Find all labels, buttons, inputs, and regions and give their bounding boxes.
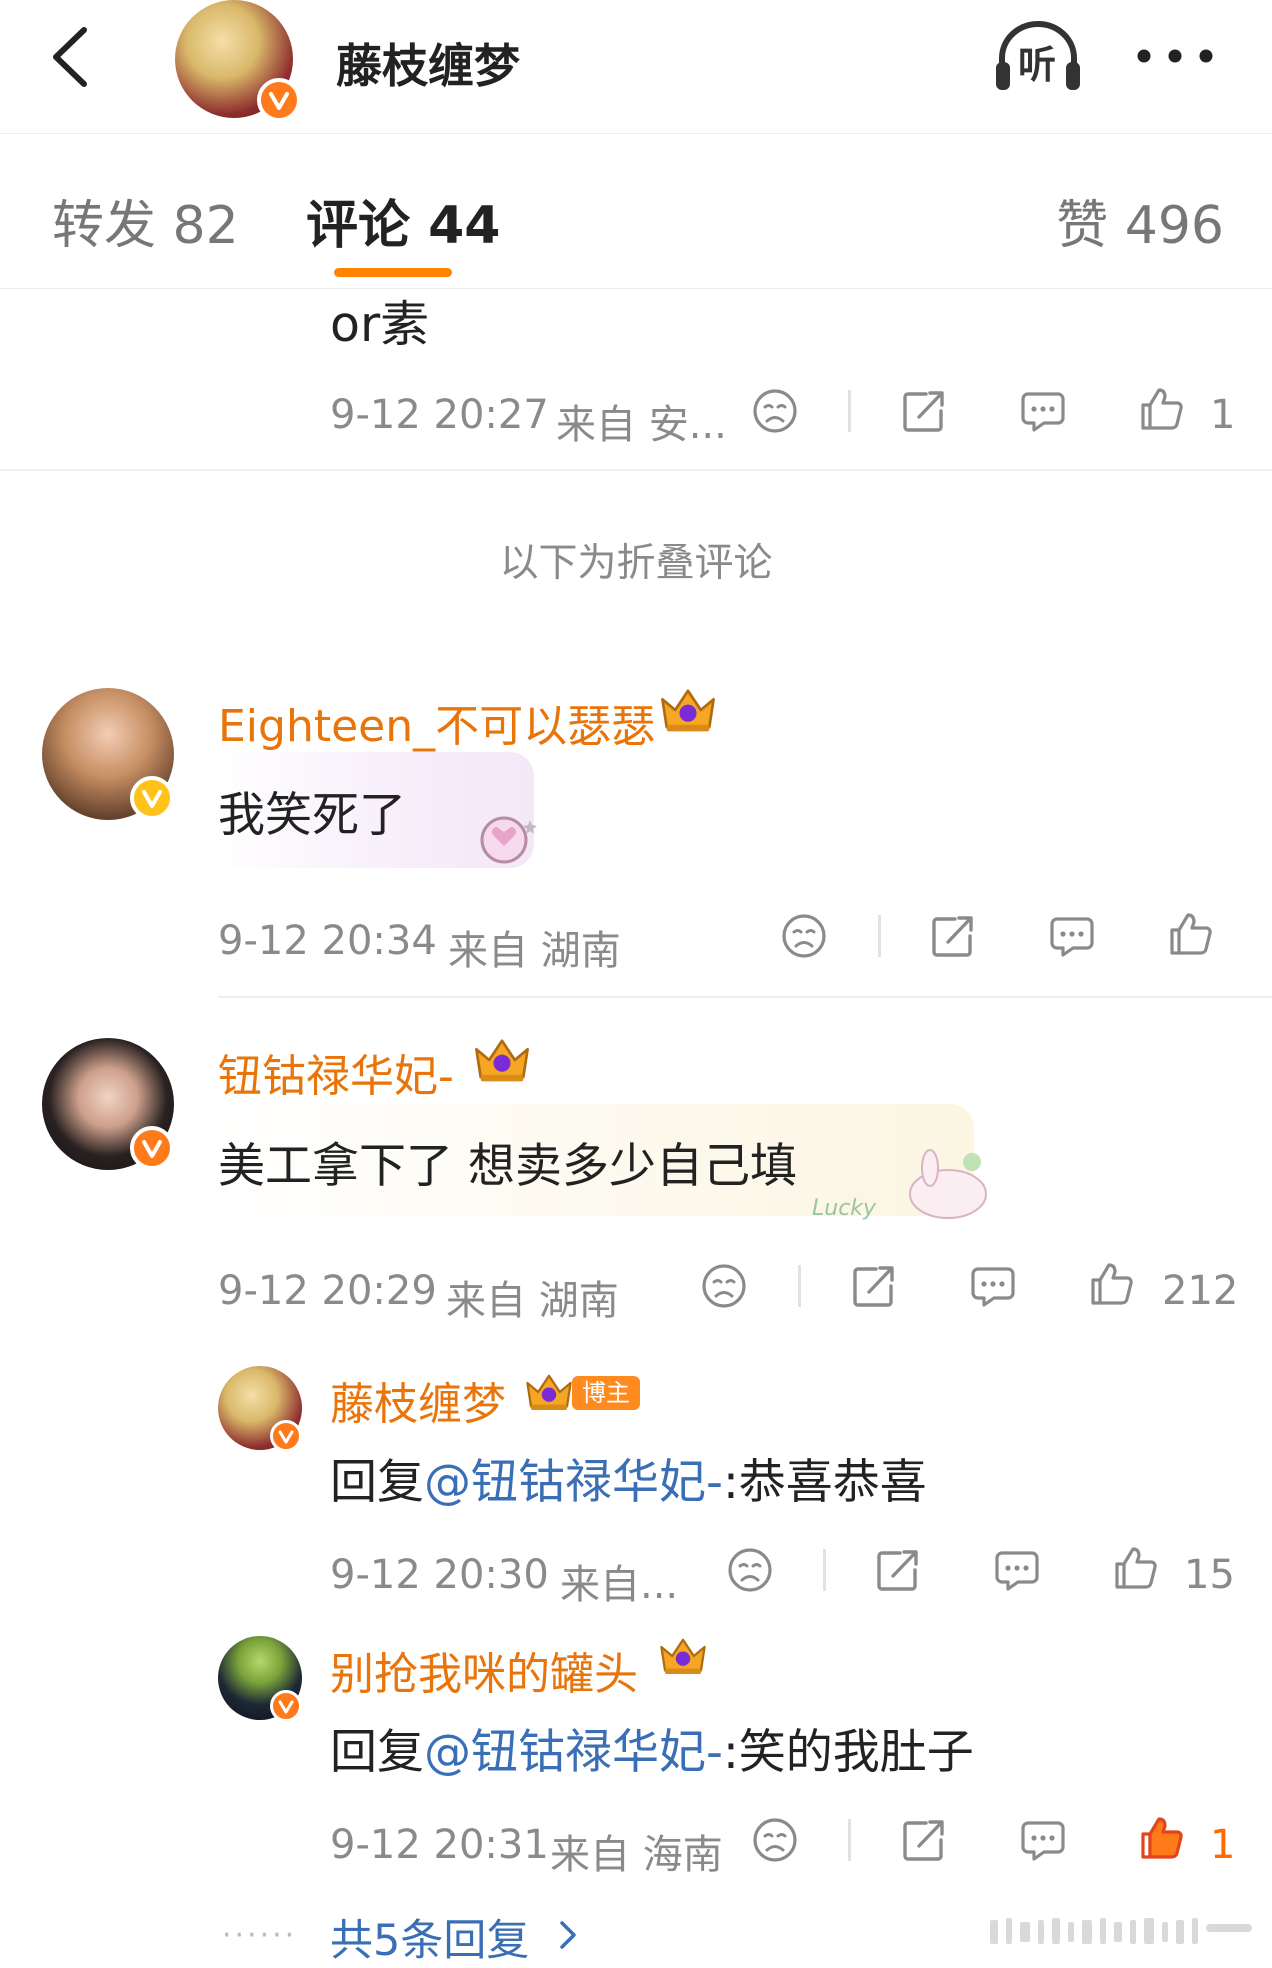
reply-content: :笑的我肚子 [722, 1725, 974, 1780]
comment-icon[interactable] [1019, 387, 1067, 435]
reply-username[interactable]: 别抢我咪的罐头 [330, 1638, 638, 1702]
listen-label: 听 [1018, 43, 1057, 87]
action-separator [798, 1265, 801, 1307]
reply-prefix: 回复 [330, 1725, 424, 1780]
share-icon[interactable] [929, 912, 977, 960]
active-tab-indicator [334, 268, 452, 277]
reply-source: 来自... [560, 1562, 679, 1608]
mention-link[interactable]: @钮钴禄华妃- [424, 1725, 723, 1780]
reply-thread-dots: ······ [222, 1918, 298, 1953]
crown-icon [522, 1370, 576, 1414]
comment-icon[interactable] [969, 1262, 1017, 1310]
dislike-face-icon[interactable] [726, 1546, 774, 1594]
alarm-clock-sticker-icon [480, 816, 537, 864]
back-arrow-icon[interactable] [40, 22, 100, 92]
like-thumb-icon[interactable] [1167, 910, 1215, 958]
like-thumb-icon[interactable] [1112, 1544, 1160, 1592]
verified-v-icon [257, 78, 301, 122]
dislike-face-icon[interactable] [751, 387, 799, 435]
bunny-sticker-icon [909, 1149, 987, 1219]
reply-text: 回复@钮钴禄华妃-:恭喜恭喜 [330, 1443, 927, 1512]
page-title: 藤枝缠梦 [336, 39, 520, 93]
chevron-right-icon[interactable] [556, 1918, 582, 1952]
like-count: 212 [1162, 1268, 1239, 1314]
share-icon[interactable] [900, 387, 948, 435]
author-avatar[interactable] [175, 0, 301, 122]
share-icon[interactable] [900, 1816, 948, 1864]
mention-link[interactable]: @钮钴禄华妃- [424, 1455, 723, 1510]
tab-comments[interactable]: 评论 44 [306, 183, 500, 258]
reply-content: :恭喜恭喜 [722, 1455, 927, 1510]
like-thumb-icon[interactable] [1088, 1260, 1136, 1308]
tab-bar: 转发 82 评论 44 赞 496 [0, 133, 1272, 289]
share-icon[interactable] [850, 1262, 898, 1310]
comment-text: 美工拿下了 想卖多少自己填 [218, 1139, 797, 1194]
comment-source: 来自 安... [556, 402, 727, 448]
reply-username[interactable]: 藤枝缠梦 [330, 1368, 506, 1432]
tab-reposts[interactable]: 转发 82 [52, 183, 239, 258]
like-count: 15 [1184, 1552, 1235, 1598]
comment-time: 9-12 20:34 [218, 918, 437, 964]
more-dots-icon[interactable] [1134, 36, 1216, 76]
more-replies-link[interactable]: 共5条回复 [330, 1906, 529, 1968]
share-icon[interactable] [874, 1546, 922, 1594]
reply-text: 回复@钮钴禄华妃-:笑的我肚子 [330, 1713, 974, 1782]
reply-time: 9-12 20:31 [330, 1822, 549, 1868]
reply-time: 9-12 20:30 [330, 1552, 549, 1598]
more-replies-label: 共5条回复 [330, 1916, 530, 1966]
verified-v-icon [270, 1420, 302, 1452]
top-nav-bar: 藤枝缠梦 听 [0, 0, 1272, 134]
comment-username[interactable]: Eighteen_不可以瑟瑟 [218, 690, 655, 754]
action-separator [878, 915, 881, 957]
like-count: 1 [1210, 1822, 1236, 1868]
dislike-face-icon[interactable] [780, 912, 828, 960]
like-thumb-icon-liked[interactable] [1138, 1814, 1186, 1862]
action-separator [848, 1819, 851, 1861]
comment-time: 9-12 20:29 [218, 1268, 437, 1314]
section-divider [0, 469, 1272, 471]
dislike-face-icon[interactable] [700, 1262, 748, 1310]
author-badge: 博主 [572, 1376, 640, 1410]
comment-time: 9-12 20:27 [330, 392, 549, 438]
tab-likes[interactable]: 赞 496 [1056, 183, 1224, 258]
comment-username[interactable]: 钮钴禄华妃- [218, 1040, 454, 1104]
folded-comments-label: 以下为折叠评论 [499, 541, 773, 586]
dislike-face-icon[interactable] [751, 1816, 799, 1864]
lucky-sticker-label: Lucky [812, 1196, 877, 1221]
crown-icon [656, 684, 720, 736]
comment-source: 来自 湖南 [448, 928, 621, 974]
like-thumb-icon[interactable] [1138, 385, 1186, 433]
action-separator [823, 1549, 826, 1591]
watermark-graphic [990, 1918, 1252, 1944]
comment-icon[interactable] [1019, 1816, 1067, 1864]
comment-text-partial: or素 [330, 296, 430, 353]
crown-icon [656, 1634, 710, 1678]
verified-v-icon [130, 1126, 174, 1170]
comment-icon[interactable] [1048, 912, 1096, 960]
comment-source: 来自 湖南 [446, 1278, 619, 1324]
reply-source: 来自 海南 [550, 1832, 723, 1878]
listen-headphones-icon[interactable]: 听 [990, 18, 1086, 96]
comment-divider [218, 996, 1272, 998]
crown-icon [470, 1034, 534, 1086]
comment-icon[interactable] [993, 1546, 1041, 1594]
action-separator [848, 390, 851, 432]
like-count: 1 [1210, 392, 1236, 438]
comment-text: 我笑死了 [218, 788, 406, 843]
reply-prefix: 回复 [330, 1455, 424, 1510]
verified-v-icon [130, 776, 174, 820]
verified-v-icon [270, 1690, 302, 1722]
